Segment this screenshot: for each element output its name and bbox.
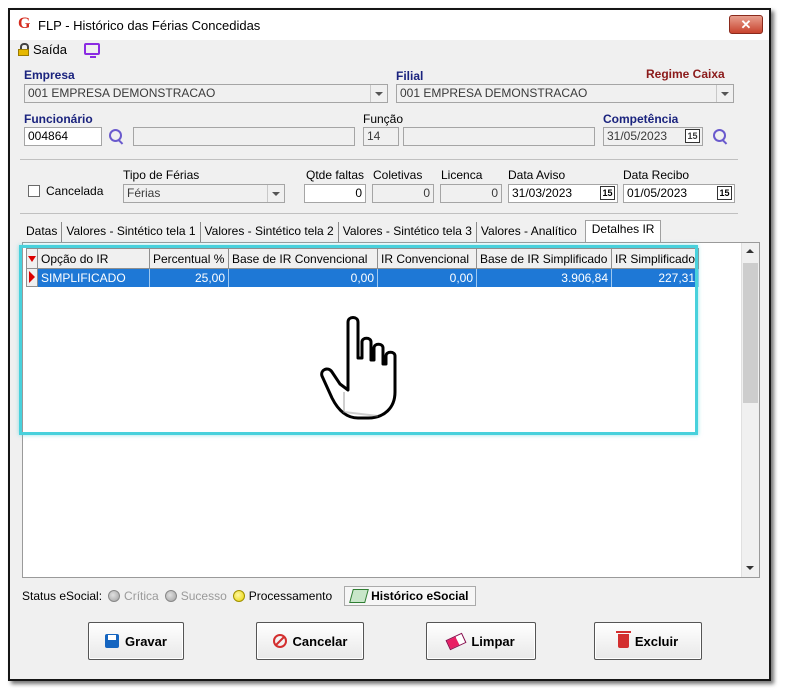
tab-datas[interactable]: Datas (22, 222, 63, 242)
tipo-ferias-combo[interactable]: Férias (123, 184, 285, 203)
limpar-button[interactable]: Limpar (426, 622, 536, 660)
empresa-label: Empresa (24, 68, 75, 82)
empresa-value: 001 EMPRESA DEMONSTRACAO (28, 86, 216, 100)
app-logo-icon: G (18, 15, 31, 32)
screenshot-frame: G FLP - Histórico das Férias Concedidas … (0, 0, 787, 695)
monitor-icon[interactable] (84, 43, 100, 58)
tab-analitico[interactable]: Valores - Analítico (477, 222, 581, 242)
exit-label: Saída (33, 42, 67, 57)
tab-sintetico-1[interactable]: Valores - Sintético tela 1 (62, 222, 201, 242)
data-aviso-field[interactable]: 31/03/2023 15 (508, 184, 618, 203)
calendar-icon[interactable]: 15 (600, 186, 615, 200)
data-aviso-label: Data Aviso (508, 168, 566, 182)
exit-menu-item[interactable]: Saída (18, 42, 67, 57)
divider (20, 159, 738, 160)
funcao-code-field: 14 (363, 127, 399, 146)
regime-caixa-label: Regime Caixa (646, 67, 725, 81)
cancelar-button[interactable]: Cancelar (256, 622, 364, 660)
document-icon (349, 589, 370, 603)
menu-bar: Saída (10, 40, 769, 62)
search-icon[interactable] (109, 129, 125, 145)
tab-sintetico-2[interactable]: Valores - Sintético tela 2 (201, 222, 339, 242)
eraser-icon (445, 632, 467, 650)
coletivas-label: Coletivas (373, 168, 423, 182)
scroll-up-icon[interactable] (742, 243, 759, 260)
funcao-label: Função (363, 112, 404, 126)
data-recibo-label: Data Recibo (623, 168, 690, 182)
window-title: FLP - Histórico das Férias Concedidas (38, 18, 261, 33)
excluir-label: Excluir (634, 633, 679, 649)
funcionario-label: Funcionário (24, 112, 93, 126)
historico-esocial-button[interactable]: Histórico eSocial (344, 586, 476, 606)
qtde-faltas-label: Qtde faltas (306, 168, 365, 182)
funcionario-name-field (133, 127, 355, 146)
cancelada-checkbox[interactable] (28, 185, 40, 197)
save-icon (105, 634, 120, 648)
close-button[interactable]: ✕ (729, 15, 763, 34)
gravar-button[interactable]: Gravar (88, 622, 184, 660)
scroll-down-icon[interactable] (742, 560, 759, 577)
funcao-name-field (403, 127, 595, 146)
licenca-label: Licenca (441, 168, 483, 182)
licenca-field: 0 (440, 184, 502, 203)
filial-label: Filial (396, 69, 424, 83)
hand-cursor-icon (320, 316, 397, 420)
chevron-down-icon[interactable] (716, 85, 733, 102)
qtde-faltas-field[interactable]: 0 (304, 184, 366, 203)
gravar-label: Gravar (125, 633, 167, 649)
cancelar-label: Cancelar (292, 633, 348, 649)
tipo-ferias-label: Tipo de Férias (123, 168, 200, 182)
chevron-down-icon[interactable] (267, 185, 284, 202)
competencia-value: 31/05/2023 (607, 129, 668, 143)
critica-indicator-icon (108, 590, 121, 602)
funcionario-code-field[interactable]: 004864 (24, 127, 102, 146)
sucesso-label: Sucesso (180, 589, 227, 603)
competencia-label: Competência (603, 112, 679, 126)
processamento-indicator-icon (232, 590, 245, 602)
tab-sintetico-3[interactable]: Valores - Sintético tela 3 (339, 222, 477, 242)
data-aviso-value: 31/03/2023 (512, 186, 573, 200)
critica-label: Crítica (124, 589, 159, 603)
limpar-label: Limpar (471, 633, 515, 649)
excluir-button[interactable]: Excluir (594, 622, 702, 660)
lock-icon (18, 43, 29, 56)
sucesso-indicator-icon (164, 590, 177, 602)
status-label: Status eSocial: (22, 589, 103, 603)
calendar-icon[interactable]: 15 (685, 129, 700, 143)
cancelada-label: Cancelada (46, 184, 104, 198)
tab-strip: Datas Valores - Sintético tela 1 Valores… (22, 220, 662, 242)
data-recibo-field[interactable]: 01/05/2023 15 (623, 184, 735, 203)
empresa-combo[interactable]: 001 EMPRESA DEMONSTRACAO (24, 84, 388, 103)
esocial-status-bar: Status eSocial: Crítica Sucesso Processa… (22, 584, 476, 608)
filial-value: 001 EMPRESA DEMONSTRACAO (400, 86, 588, 100)
coletivas-field: 0 (372, 184, 434, 203)
vertical-scrollbar[interactable] (741, 243, 759, 577)
search-icon[interactable] (713, 129, 729, 145)
divider (20, 213, 738, 214)
cancel-icon (272, 634, 287, 648)
calendar-icon[interactable]: 15 (717, 186, 732, 200)
chevron-down-icon[interactable] (370, 85, 387, 102)
competencia-field[interactable]: 31/05/2023 15 (603, 127, 703, 146)
processamento-label: Processamento (248, 589, 333, 603)
scroll-thumb[interactable] (743, 263, 758, 403)
title-bar: G FLP - Histórico das Férias Concedidas … (10, 10, 769, 40)
filial-combo[interactable]: 001 EMPRESA DEMONSTRACAO (396, 84, 734, 103)
trash-icon (615, 631, 631, 648)
data-recibo-value: 01/05/2023 (627, 186, 688, 200)
tipo-ferias-value: Férias (127, 186, 161, 200)
tab-detalhes-ir[interactable]: Detalhes IR (584, 220, 662, 242)
historico-esocial-label: Histórico eSocial (371, 589, 469, 603)
